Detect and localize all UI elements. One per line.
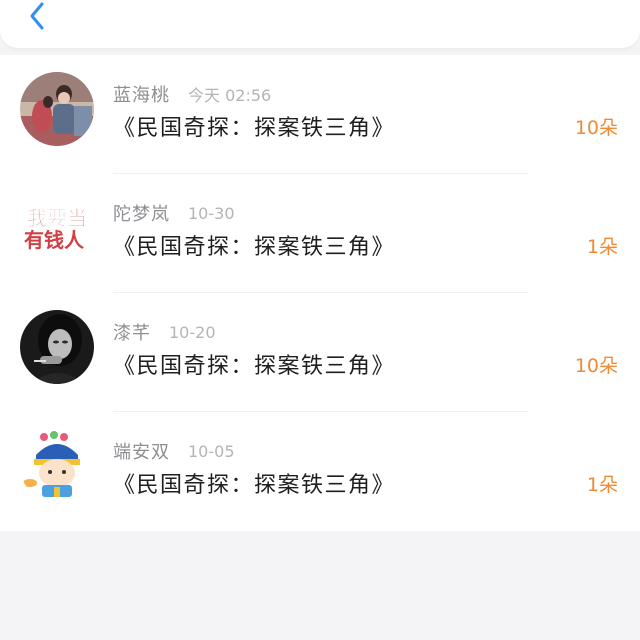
sender-name: 端安双 — [113, 442, 170, 463]
item-meta: 蓝海桃 今天 02:56 — [113, 81, 271, 107]
book-title[interactable]: 《民国奇探：探案铁三角》 — [113, 348, 395, 380]
sender-name: 漆芊 — [113, 323, 151, 344]
list-item[interactable]: 端安双 10-05 《民国奇探：探案铁三角》 1朵 — [0, 412, 640, 531]
avatar[interactable] — [20, 72, 94, 146]
book-title[interactable]: 《民国奇探：探案铁三角》 — [113, 467, 395, 499]
sender-name: 陀梦岚 — [113, 204, 170, 225]
gift-amount: 1朵 — [586, 474, 618, 496]
avatar[interactable]: 我要当 有钱人 — [20, 191, 94, 265]
back-button[interactable] — [22, 0, 52, 32]
item-meta: 端安双 10-05 — [113, 438, 235, 464]
list-item[interactable]: 我要当 有钱人 陀梦岚 10-30 《民国奇探：探案铁三角》 1朵 — [0, 174, 640, 293]
item-meta: 漆芊 10-20 — [113, 319, 216, 345]
avatar[interactable] — [20, 429, 94, 503]
gift-record-list: 蓝海桃 今天 02:56 《民国奇探：探案铁三角》 10朵 我要当 有钱人 陀梦… — [0, 55, 640, 531]
gift-amount: 1朵 — [586, 236, 618, 258]
gift-amount: 10朵 — [574, 355, 618, 377]
book-title[interactable]: 《民国奇探：探案铁三角》 — [113, 110, 395, 142]
timestamp: 10-20 — [169, 322, 216, 342]
book-title[interactable]: 《民国奇探：探案铁三角》 — [113, 229, 395, 261]
list-item[interactable]: 漆芊 10-20 《民国奇探：探案铁三角》 10朵 — [0, 293, 640, 412]
timestamp: 10-30 — [188, 203, 235, 223]
avatar-text-line-2: 有钱人 — [24, 228, 85, 252]
sender-name: 蓝海桃 — [113, 85, 170, 106]
chevron-left-icon — [30, 2, 44, 30]
list-item[interactable]: 蓝海桃 今天 02:56 《民国奇探：探案铁三角》 10朵 — [0, 55, 640, 174]
avatar-text-line-1: 我要当 — [27, 206, 87, 230]
timestamp: 10-05 — [188, 441, 235, 461]
top-bar — [0, 0, 640, 48]
avatar[interactable] — [20, 310, 94, 384]
gift-amount: 10朵 — [574, 117, 618, 139]
timestamp: 今天 02:56 — [188, 86, 272, 105]
item-meta: 陀梦岚 10-30 — [113, 200, 235, 226]
